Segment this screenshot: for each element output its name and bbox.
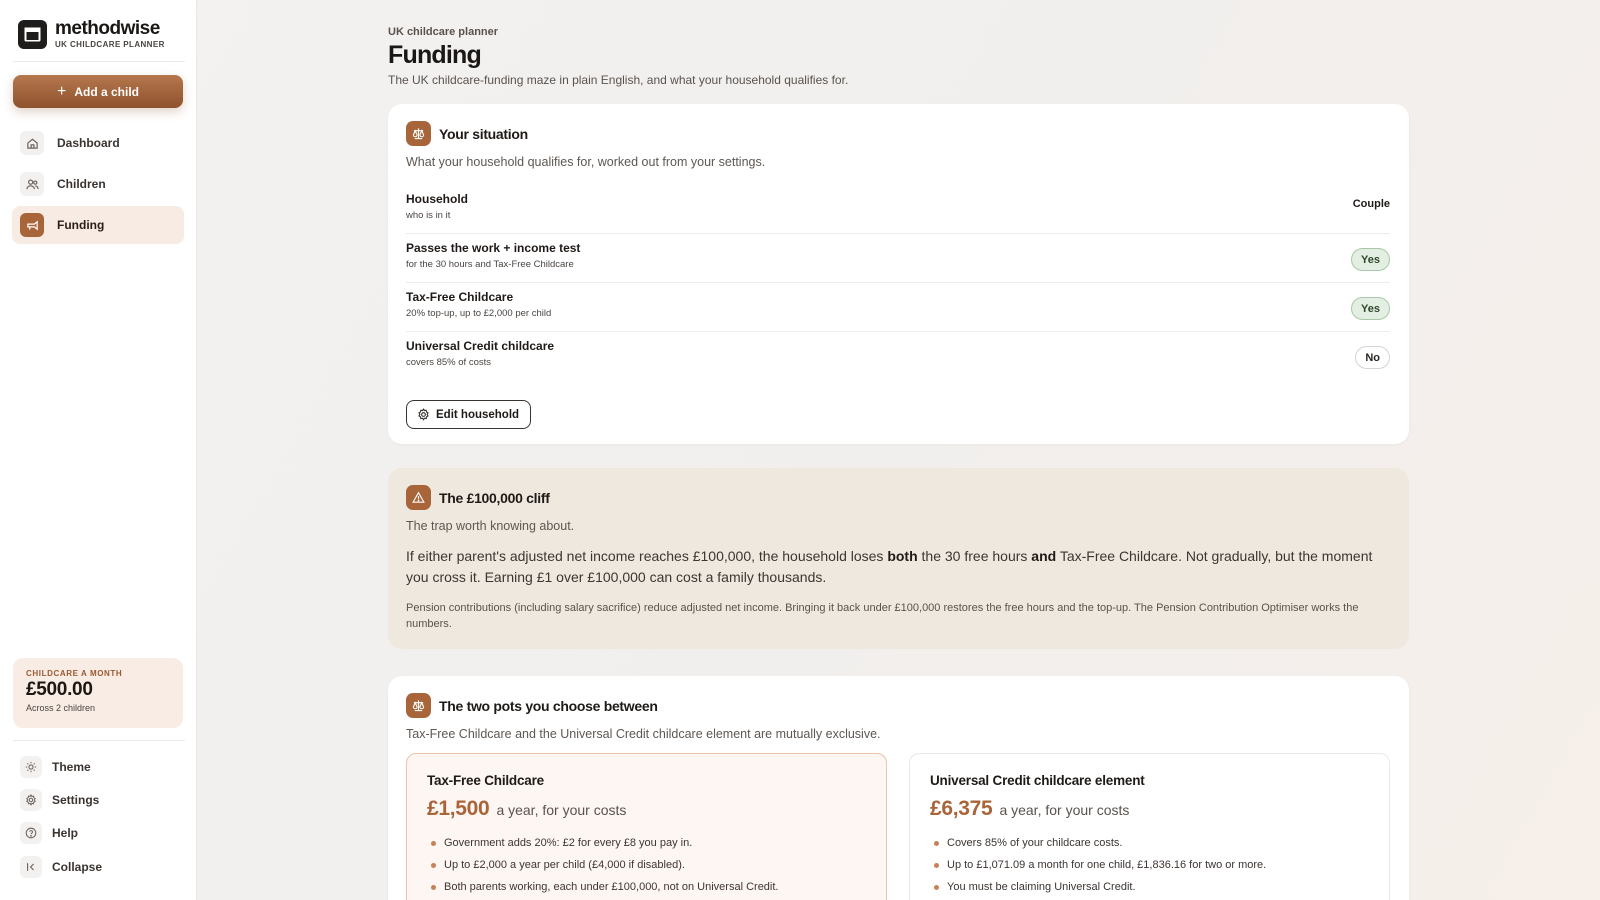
pot-title: Tax-Free Childcare [427,773,544,788]
household-row: Household who is in it Couple [406,186,1390,234]
add-child-label: Add a child [74,84,139,99]
situation-card: Your situation What your household quali… [388,104,1409,444]
cliff-card: The £100,000 cliff The trap worth knowin… [388,468,1409,649]
help-label: Help [52,826,79,840]
pot-amount: £6,375 [930,797,993,820]
list-item: Up to £2,000 a year per child (£4,000 if… [427,854,866,876]
summary-amount: £500.00 [26,679,93,700]
row-label: Household [406,192,468,206]
row-hint: for the 30 hours and Tax-Free Childcare [406,259,574,270]
gear-icon [20,789,42,811]
sidebar-item-label: Dashboard [57,136,120,150]
brand-subtitle: UK CHILDCARE PLANNER [55,40,165,49]
cliff-text: the 30 free hours [917,548,1032,564]
collapse-button[interactable]: Collapse [20,854,180,880]
help-icon [20,822,42,844]
pots-card: The two pots you choose between Tax-Free… [388,676,1409,900]
cliff-text: If either parent's adjusted net income r… [406,548,888,564]
row-label: Passes the work + income test [406,241,581,255]
pot-period: a year, for your costs [496,802,627,818]
list-item: Up to £1,071.09 a month for one child, £… [930,854,1369,876]
summary-note: Across 2 children [26,703,96,713]
home-icon [20,131,44,155]
pot-amount: £1,500 [427,797,490,820]
warning-icon [406,485,431,510]
sidebar-item-dashboard[interactable]: Dashboard [12,124,184,162]
situation-subtitle: What your household qualifies for, worke… [406,155,766,169]
scales-icon [406,693,431,718]
row-label: Universal Credit childcare [406,339,555,353]
funding-icon [20,213,44,237]
brand[interactable]: methodwise UK CHILDCARE PLANNER [18,19,165,49]
list-item: You must be claiming Universal Credit. [930,876,1369,898]
page-subtitle: The UK childcare-funding maze in plain E… [388,73,849,87]
household-value: Couple [1352,198,1390,210]
cliff-body: If either parent's adjusted net income r… [406,546,1390,588]
pot-bullets: Covers 85% of your childcare costs. Up t… [930,832,1369,898]
edit-household-label: Edit household [436,408,520,421]
divider [13,61,185,62]
status-badge: Yes [1351,297,1390,320]
row-label: Tax-Free Childcare [406,290,514,304]
status-badge: No [1355,346,1390,369]
theme-button[interactable]: Theme [20,754,180,780]
pots-title: The two pots you choose between [439,697,658,714]
cliff-subtitle: The trap worth knowing about. [406,519,575,533]
cliff-title: The £100,000 cliff [439,489,550,506]
universal-credit-row: Universal Credit childcare covers 85% of… [406,333,1390,381]
situation-title: Your situation [439,125,528,142]
collapse-label: Collapse [52,860,103,874]
pot-title: Universal Credit childcare element [930,773,1145,788]
list-item: Government adds 20%: £2 for every £8 you… [427,832,866,854]
status-badge: Yes [1351,248,1390,271]
sidebar-item-label: Funding [57,218,105,232]
scales-icon [406,121,431,146]
gear-icon [417,408,430,421]
users-icon [20,172,44,196]
list-item: Covers 85% of your childcare costs. [930,832,1369,854]
row-hint: who is in it [406,210,451,221]
pot-bullets: Government adds 20%: £2 for every £8 you… [427,832,866,898]
cliff-emphasis: both [887,548,918,564]
pot-period: a year, for your costs [999,802,1130,818]
sidebar-item-label: Children [57,177,106,191]
pots-subtitle: Tax-Free Childcare and the Universal Cre… [406,727,881,741]
theme-label: Theme [52,760,91,774]
universal-credit-pot[interactable]: Universal Credit childcare element £6,37… [909,753,1390,900]
page-kicker: UK childcare planner [388,26,499,38]
sidebar-item-funding[interactable]: Funding [12,206,184,244]
summary-kicker: CHILDCARE A MONTH [26,669,123,678]
work-income-test-row: Passes the work + income test for the 30… [406,235,1390,283]
row-hint: covers 85% of costs [406,357,492,368]
tax-free-childcare-row: Tax-Free Childcare 20% top-up, up to £2,… [406,284,1390,332]
brand-name: methodwise [55,18,160,39]
page-title: Funding [388,41,482,69]
row-hint: 20% top-up, up to £2,000 per child [406,308,552,319]
collapse-icon [20,856,42,878]
cliff-emphasis: and [1031,548,1057,564]
settings-label: Settings [52,793,100,807]
cliff-note: Pension contributions (including salary … [406,602,1359,630]
help-button[interactable]: Help [20,820,180,846]
tax-free-childcare-pot[interactable]: Tax-Free Childcare £1,500 a year, for yo… [406,753,887,900]
plus-icon: + [56,82,67,100]
list-item: Both parents working, each under £100,00… [427,876,866,898]
edit-household-button[interactable]: Edit household [406,400,532,429]
settings-button[interactable]: Settings [20,787,180,813]
add-child-button[interactable]: + Add a child [13,75,183,108]
sidebar: methodwise UK CHILDCARE PLANNER + Add a … [0,0,197,900]
sun-icon [20,756,42,778]
divider [13,740,185,741]
logo-icon [18,19,47,49]
childcare-summary-card: CHILDCARE A MONTH £500.00 Across 2 child… [13,658,183,728]
sidebar-item-children[interactable]: Children [12,165,184,203]
